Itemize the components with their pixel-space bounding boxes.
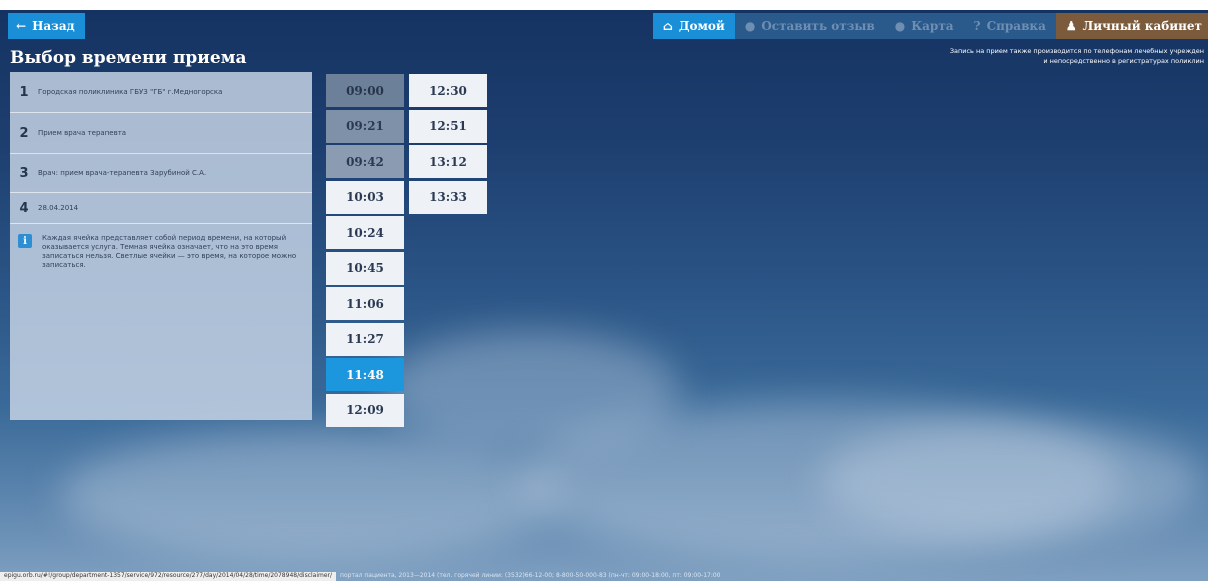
time-slot: 09:21 [326,109,404,143]
step-4[interactable]: 4 28.04.2014 [10,193,312,224]
step-number: 4 [19,200,29,216]
notice-line2: и непосредственно в регистратурах поликл… [1043,57,1204,65]
step-3[interactable]: 3 Врач: прием врача-терапевта Зарубиной … [10,154,312,193]
back-button[interactable]: ← Назад [8,13,85,39]
time-slot-selected[interactable]: 11:48 [326,358,404,391]
nav-cabinet-label: Личный кабинет [1082,19,1202,33]
step-text: 28.04.2014 [38,204,79,212]
time-slot[interactable]: 10:45 [326,251,404,285]
nav-map-label: Карта [911,19,954,33]
info-block: i Каждая ячейка представляет собой перио… [10,224,312,280]
step-number: 1 [19,84,29,100]
home-icon: ⌂ [662,19,673,33]
step-1[interactable]: 1 Городская поликлиника ГБУЗ "ГБ" г.Медн… [10,72,312,113]
step-text: Городская поликлиника ГБУЗ "ГБ" г.Медног… [38,88,223,96]
footer-text: портал пациента, 2013—2014 (тел. горячей… [340,572,721,579]
status-url: epigu.orb.ru/#!/group/department-1357/se… [0,572,337,581]
time-slot[interactable]: 11:27 [326,322,404,356]
time-slot-column-1: 09:00 09:21 09:42 10:03 10:24 10:45 11:0… [326,74,404,429]
question-icon: ? [973,19,981,33]
back-label: Назад [32,19,75,33]
speech-bubble-icon: ● [744,19,756,33]
info-text: Каждая ячейка представляет собой период … [42,234,297,269]
time-slot[interactable]: 13:12 [409,145,487,178]
status-bar: epigu.orb.ru/#!/group/department-1357/se… [0,572,1208,581]
top-navigation: ⌂ Домой ● Оставить отзыв ● Карта ? Справ… [652,13,1208,39]
time-slot[interactable]: 12:30 [409,74,487,107]
step-text: Врач: прием врача-терапевта Зарубиной С.… [38,169,207,177]
time-slot[interactable]: 11:06 [326,287,404,320]
time-slot: 09:42 [326,145,404,178]
nav-review-button[interactable]: ● Оставить отзыв [734,13,885,39]
user-icon: ♟ [1065,19,1077,33]
nav-map-button[interactable]: ● Карта [884,13,964,39]
phone-notice: Запись на прием также производится по те… [904,46,1204,66]
nav-home-button[interactable]: ⌂ Домой [652,13,735,39]
notice-line1: Запись на прием также производится по те… [949,47,1204,55]
page-title: Выбор времени приема [10,48,247,68]
nav-home-label: Домой [678,19,725,33]
nav-help-label: Справка [986,19,1046,33]
info-icon: i [18,234,32,248]
step-2[interactable]: 2 Прием врача терапевта [10,113,312,154]
time-slot[interactable]: 12:51 [409,109,487,143]
nav-review-label: Оставить отзыв [761,19,875,33]
time-slot[interactable]: 12:09 [326,393,404,427]
time-slot[interactable]: 13:33 [409,180,487,214]
step-number: 2 [19,125,29,141]
time-slot: 09:00 [326,74,404,107]
step-text: Прием врача терапевта [38,129,127,137]
step-number: 3 [19,165,29,181]
time-slot[interactable]: 10:24 [326,216,404,249]
arrow-left-icon: ← [16,19,27,33]
time-slot-column-2: 12:30 12:51 13:12 13:33 [409,74,487,216]
browser-top-bar [0,0,1208,10]
nav-cabinet-button[interactable]: ♟ Личный кабинет [1055,13,1208,39]
time-slot[interactable]: 10:03 [326,180,404,214]
info-circle-icon: ● [894,19,906,33]
steps-panel: 1 Городская поликлиника ГБУЗ "ГБ" г.Медн… [10,72,312,420]
nav-help-button[interactable]: ? Справка [963,13,1056,39]
